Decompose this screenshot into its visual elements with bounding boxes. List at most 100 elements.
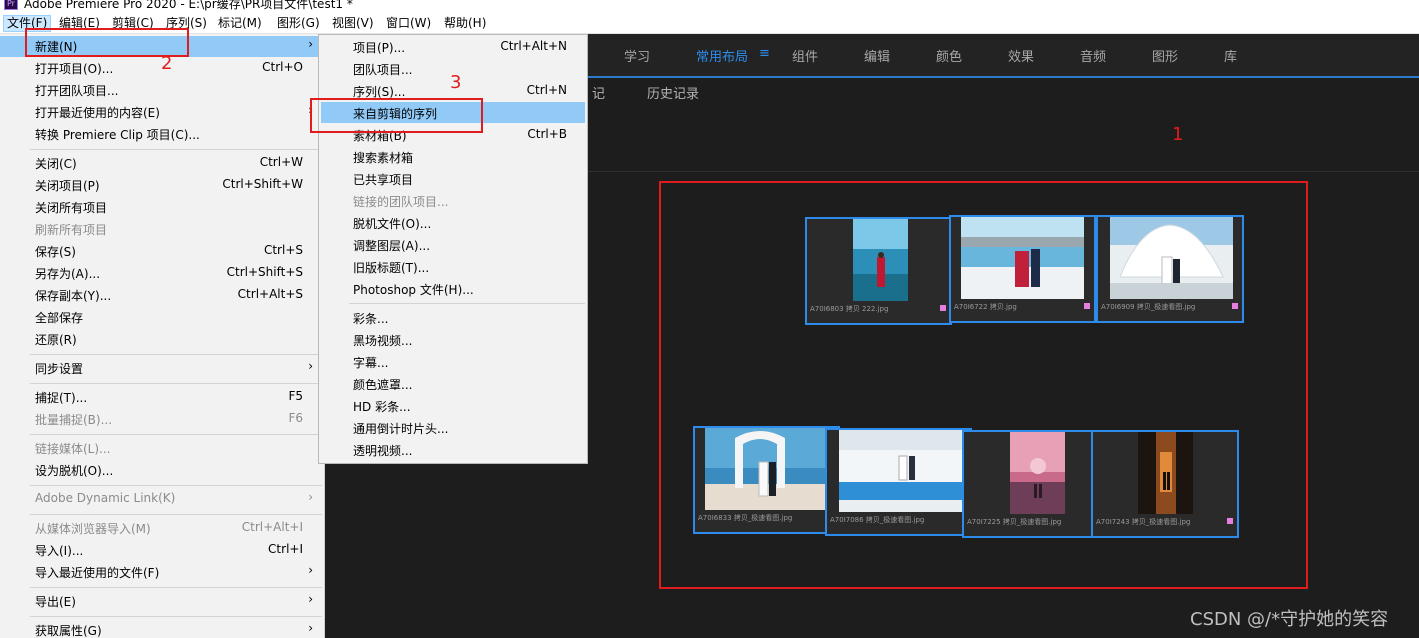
workspace-menu-icon[interactable]: ≡	[759, 46, 770, 61]
menu-view[interactable]: 视图(V)	[329, 15, 377, 32]
menu-separator	[30, 434, 322, 435]
new-color-matte[interactable]: 颜色遮罩...	[319, 373, 587, 394]
file-menu: 新建(N) › 打开项目(O)... Ctrl+O 打开团队项目... 打开最近…	[0, 34, 325, 638]
clip-thumbnail[interactable]: A70I6909 拷贝_极速看图.jpg	[1096, 215, 1244, 323]
new-search-bin[interactable]: 搜索素材箱	[319, 146, 587, 167]
window-title: Adobe Premiere Pro 2020 - E:\pr缓存\PR项目文件…	[24, 0, 353, 11]
tab-history[interactable]: 历史记录	[647, 83, 699, 102]
file-menu-refresh-all: 刷新所有项目	[35, 223, 108, 237]
menu-separator	[349, 303, 585, 304]
menu-separator	[30, 485, 322, 486]
clip-thumbnail[interactable]: A70I6803 拷贝 222.jpg	[805, 217, 952, 325]
premiere-window: Pr Adobe Premiere Pro 2020 - E:\pr缓存\PR项…	[0, 0, 1419, 638]
menu-markers[interactable]: 标记(M)	[215, 15, 265, 32]
panel-tab-bar: 记 历史记录	[588, 78, 1419, 104]
menu-bar: 文件(F) 编辑(E) 剪辑(C) 序列(S) 标记(M) 图形(G) 视图(V…	[0, 12, 1419, 34]
menu-separator	[30, 354, 322, 355]
menu-separator	[30, 383, 322, 384]
file-menu-open-recent[interactable]: 打开最近使用的内容(E) ›	[0, 102, 325, 123]
menu-window[interactable]: 窗口(W)	[383, 15, 434, 32]
clip-caption: A70I7086 拷贝_极速看图.jpg	[830, 516, 925, 524]
clip-caption: A70I6909 拷贝_极速看图.jpg	[1101, 303, 1196, 311]
clip-caption: A70I7243 拷贝_极速看图.jpg	[1096, 518, 1191, 526]
label-color-swatch	[1232, 303, 1238, 309]
file-menu-get-properties[interactable]: 获取属性(G) ›	[0, 620, 325, 638]
ws-tab-graphics[interactable]: 图形	[1152, 46, 1178, 65]
tab-markers[interactable]: 记	[592, 83, 605, 102]
clip-image-pool	[839, 430, 962, 512]
file-menu-open-team-project[interactable]: 打开团队项目...	[0, 80, 325, 101]
ws-tab-audio[interactable]: 音频	[1080, 46, 1106, 65]
menu-separator	[30, 514, 322, 515]
submenu-arrow-icon: ›	[308, 359, 313, 373]
clip-thumbnail[interactable]: A70I7086 拷贝_极速看图.jpg	[825, 428, 972, 536]
file-menu-capture[interactable]: 捕捉(T)... F5	[0, 387, 325, 408]
file-menu-sync-settings[interactable]: 同步设置 ›	[0, 358, 325, 379]
new-transparent-video[interactable]: 透明视频...	[319, 439, 587, 460]
file-menu-save-copy[interactable]: 保存副本(Y)... Ctrl+Alt+S	[0, 285, 325, 306]
label-color-swatch	[1084, 303, 1090, 309]
file-menu-close-all[interactable]: 关闭所有项目	[0, 197, 325, 218]
clip-image-sunset-pink	[1010, 432, 1065, 514]
clip-image-chapel	[1110, 217, 1233, 299]
menu-separator	[30, 587, 322, 588]
ws-tab-libraries[interactable]: 库	[1224, 46, 1237, 65]
submenu-arrow-icon: ›	[308, 563, 313, 577]
new-project[interactable]: 项目(P)... Ctrl+Alt+N	[319, 36, 587, 57]
annotation-number-1: 1	[1172, 124, 1184, 145]
new-black-video[interactable]: 黑场视频...	[319, 329, 587, 350]
file-menu-save[interactable]: 保存(S) Ctrl+S	[0, 241, 325, 262]
clip-caption: A70I6722 拷贝.jpg	[954, 303, 1017, 311]
file-menu-dynamic-link: Adobe Dynamic Link(K) ›	[35, 490, 313, 505]
file-menu-revert[interactable]: 还原(R)	[0, 329, 325, 350]
clip-image-boat	[961, 217, 1084, 299]
clip-caption: A70I6803 拷贝 222.jpg	[810, 305, 889, 313]
premiere-logo-icon: Pr	[4, 0, 18, 10]
menu-graphics[interactable]: 图形(G)	[274, 15, 323, 32]
new-shared-project[interactable]: 已共享项目	[319, 168, 587, 189]
file-menu-import[interactable]: 导入(I)... Ctrl+I	[0, 540, 325, 561]
new-linked-team-project: 链接的团队项目...	[353, 195, 449, 209]
clip-thumbnail[interactable]: A70I6833 拷贝_极速看图.jpg	[693, 426, 840, 534]
new-captions[interactable]: 字幕...	[319, 351, 587, 372]
new-legacy-title[interactable]: 旧版标题(T)...	[319, 256, 587, 277]
file-menu-import-recent[interactable]: 导入最近使用的文件(F) ›	[0, 562, 325, 583]
file-menu-link-media: 链接媒体(L)...	[35, 442, 111, 456]
ws-tab-effects[interactable]: 效果	[1008, 46, 1034, 65]
new-adjustment-layer[interactable]: 调整图层(A)...	[319, 234, 587, 255]
ws-tab-color[interactable]: 颜色	[936, 46, 962, 65]
file-menu-make-offline[interactable]: 设为脱机(O)...	[0, 460, 325, 481]
file-menu-close-project[interactable]: 关闭项目(P) Ctrl+Shift+W	[0, 175, 325, 196]
clip-thumbnail[interactable]: A70I6722 拷贝.jpg	[949, 215, 1096, 323]
file-menu-import-from-browser: 从媒体浏览器导入(M) Ctrl+Alt+I	[35, 520, 303, 536]
file-menu-save-all[interactable]: 全部保存	[0, 307, 325, 328]
ws-tab-editing[interactable]: 编辑	[864, 46, 890, 65]
new-offline-file[interactable]: 脱机文件(O)...	[319, 212, 587, 233]
clip-thumbnail[interactable]: A70I7225 拷贝_极速看图.jpg	[962, 430, 1109, 538]
file-menu-export[interactable]: 导出(E) ›	[0, 591, 325, 612]
file-menu-close[interactable]: 关闭(C) Ctrl+W	[0, 153, 325, 174]
submenu-arrow-icon: ›	[308, 490, 313, 504]
new-countdown-leader[interactable]: 通用倒计时片头...	[319, 417, 587, 438]
file-menu-save-as[interactable]: 另存为(A)... Ctrl+Shift+S	[0, 263, 325, 284]
new-hd-bars[interactable]: HD 彩条...	[319, 395, 587, 416]
csdn-watermark: CSDN @/*守护她的笑容	[1190, 609, 1389, 630]
menu-separator	[30, 149, 322, 150]
clip-caption: A70I7225 拷贝_极速看图.jpg	[967, 518, 1062, 526]
clip-thumbnail[interactable]: A70I7243 拷贝_极速看图.jpg	[1091, 430, 1239, 538]
ws-tab-common[interactable]: 常用布局	[696, 46, 748, 65]
new-bars-and-tone[interactable]: 彩条...	[319, 307, 587, 328]
clip-image-beach	[853, 219, 908, 301]
label-color-swatch	[940, 305, 946, 311]
new-photoshop-file[interactable]: Photoshop 文件(H)...	[319, 278, 587, 299]
clip-image-sunset-dark	[1138, 432, 1193, 514]
menu-help[interactable]: 帮助(H)	[441, 15, 489, 32]
annotation-number-2: 2	[161, 53, 173, 74]
submenu-arrow-icon: ›	[308, 37, 313, 51]
ws-tab-learn[interactable]: 学习	[624, 46, 650, 65]
title-bar: Pr Adobe Premiere Pro 2020 - E:\pr缓存\PR项…	[0, 0, 1419, 12]
annotation-box-3	[310, 98, 483, 133]
file-menu-convert-clip[interactable]: 转换 Premiere Clip 项目(C)...	[0, 124, 325, 145]
annotation-number-3: 3	[450, 72, 462, 93]
ws-tab-assembly[interactable]: 组件	[792, 46, 818, 65]
